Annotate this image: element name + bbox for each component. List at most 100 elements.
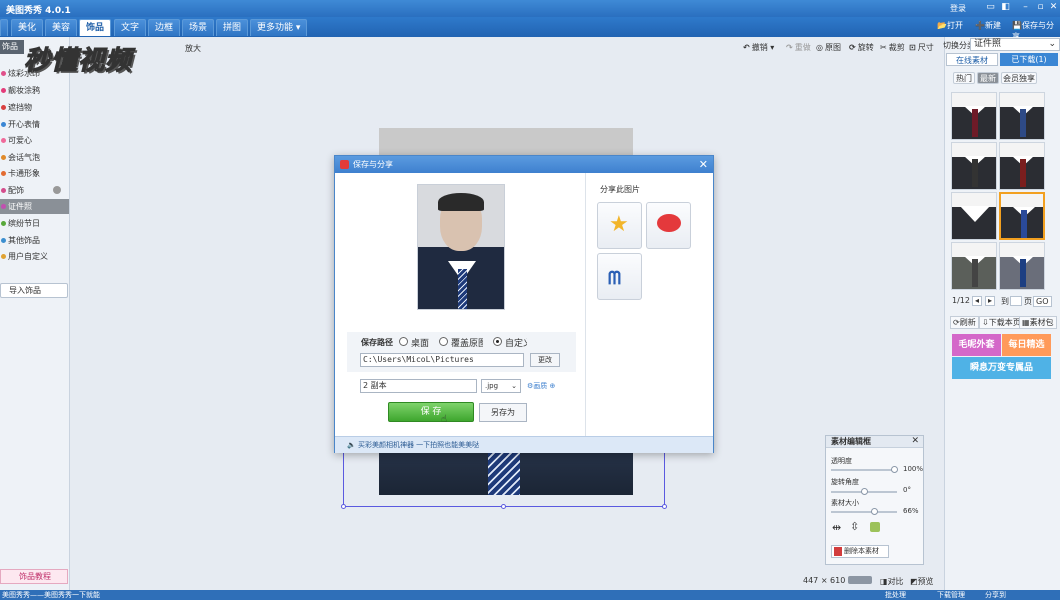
size-slider[interactable] <box>831 508 897 515</box>
refresh-button[interactable]: ⟳刷新 <box>950 316 979 329</box>
material-thumbnail[interactable] <box>999 142 1045 190</box>
material-thumbnail[interactable] <box>951 142 997 190</box>
radio-custom[interactable] <box>493 337 502 346</box>
undo-button[interactable]: ↶ 撤销 ▾ <box>743 42 774 53</box>
subtab-hot[interactable]: 热门 <box>953 72 975 84</box>
save-path-input[interactable]: C:\Users\MicoL\Pictures <box>360 353 524 367</box>
share-to-button[interactable]: 分享到 <box>985 590 1006 600</box>
tab-text[interactable]: 文字 <box>114 19 147 36</box>
flip-horizontal-icon[interactable]: ⇹ <box>832 521 841 534</box>
preview-button[interactable]: ◩预览 <box>910 576 934 587</box>
radio-desktop-label[interactable]: 桌面 <box>411 336 429 349</box>
tab-beautify[interactable]: 美化 <box>11 19 44 36</box>
category-item[interactable]: 缤纷节日 <box>0 216 69 231</box>
page-input[interactable] <box>1010 296 1022 306</box>
opacity-slider[interactable] <box>831 466 898 473</box>
canvas-photo[interactable] <box>379 128 633 156</box>
radio-custom-label[interactable]: 自定义 <box>505 336 527 349</box>
tab-face[interactable]: 美容 <box>45 19 78 36</box>
go-button[interactable]: GO <box>1033 296 1052 307</box>
tab-scene[interactable]: 场景 <box>182 19 215 36</box>
extension-select[interactable]: .jpg ⌄ <box>481 379 521 393</box>
tab-online-material[interactable]: 在线素材 <box>946 53 998 66</box>
dialog-close-icon[interactable]: ✕ <box>699 156 708 173</box>
material-selection-frame[interactable] <box>341 452 667 509</box>
material-thumbnail[interactable] <box>951 92 997 140</box>
resize-button[interactable]: ⊡ 尺寸 <box>909 42 934 53</box>
import-accessory-button[interactable]: 导入饰品 <box>0 283 68 298</box>
category-item[interactable]: 开心表情 <box>0 117 69 132</box>
radio-overwrite-label[interactable]: 覆盖原图 <box>451 336 483 349</box>
share-renren-button[interactable]: ᗰ <box>597 253 642 300</box>
download-page-button[interactable]: ⇩下载本页 <box>979 316 1024 329</box>
share-qzone-button[interactable]: ★ <box>597 202 642 249</box>
login-link[interactable]: 登录 <box>950 3 966 14</box>
filename-input[interactable]: 2 副本 <box>360 379 477 393</box>
slider-knob[interactable] <box>861 488 868 495</box>
material-thumbnail[interactable] <box>951 242 997 290</box>
save-button[interactable]: 保 存 <box>388 402 474 422</box>
subtab-newest[interactable]: 最新 <box>977 72 999 84</box>
promo-banner[interactable]: 毛呢外套 <box>952 334 1001 356</box>
dialog-footer-text[interactable]: 买彩美颜相机神器 一下拍照也能美美哒 <box>358 441 479 449</box>
delete-material-button[interactable]: 删除本素材 <box>831 545 889 558</box>
radio-overwrite[interactable] <box>439 337 448 346</box>
save-as-button[interactable]: 另存为 <box>479 403 527 422</box>
zoom-badge[interactable] <box>848 576 872 584</box>
material-thumbnail[interactable] <box>999 242 1045 290</box>
category-item[interactable]: 用户自定义 <box>0 249 69 264</box>
material-thumbnail-selected[interactable] <box>999 192 1045 240</box>
chat-icon[interactable]: ▭ <box>985 2 996 13</box>
subtab-vip[interactable]: 会员独享 <box>1001 72 1037 84</box>
next-page-button[interactable]: ▸ <box>985 296 995 306</box>
quality-button[interactable]: ⚙画质 ⊕ <box>527 381 555 391</box>
rotate-button[interactable]: ⟳ 旋转 <box>849 42 874 53</box>
category-item[interactable]: 其他饰品 <box>0 233 69 248</box>
close-icon[interactable]: ✕ <box>911 436 919 446</box>
category-item[interactable]: 配饰 <box>0 183 69 198</box>
crop-button[interactable]: ✂ 裁剪 <box>880 42 905 53</box>
accessory-tutorial-button[interactable]: 饰品教程 <box>0 569 68 584</box>
material-pack-button[interactable]: ▦素材包 <box>1019 316 1057 329</box>
slider-knob[interactable] <box>870 508 878 515</box>
category-item[interactable]: 会话气泡 <box>0 150 69 165</box>
category-item[interactable]: 可爱心 <box>0 133 69 148</box>
promo-banner[interactable]: 瞬息万变专属品 <box>952 357 1051 379</box>
batch-button[interactable]: 批处理 <box>885 590 906 600</box>
material-thumbnail[interactable] <box>999 92 1045 140</box>
radio-desktop[interactable] <box>399 337 408 346</box>
skin-icon[interactable]: ◧ <box>1000 2 1011 13</box>
resize-handle[interactable] <box>501 504 506 509</box>
promo-banner[interactable]: 每日精选 <box>1002 334 1051 356</box>
material-thumbnail[interactable] <box>951 192 997 240</box>
share-weibo-button[interactable] <box>646 202 691 249</box>
compare-button[interactable]: ◨对比 <box>880 576 904 587</box>
tab-more[interactable]: 更多功能 ▾ <box>250 19 308 36</box>
tab-frame[interactable]: 边框 <box>148 19 181 36</box>
download-manager-button[interactable]: 下载管理 <box>937 590 965 600</box>
change-path-button[interactable]: 更改 <box>530 353 560 367</box>
open-button[interactable]: 📂打开 <box>937 20 963 31</box>
close-icon[interactable]: ✕ <box>1048 2 1059 13</box>
tab-accessory[interactable]: 饰品 <box>79 19 112 36</box>
category-item-id-photo[interactable]: 证件照 <box>0 199 69 214</box>
copy-icon[interactable] <box>870 522 880 532</box>
category-item[interactable]: 靓妆涂鸦 <box>0 83 69 98</box>
maximize-icon[interactable]: ▫ <box>1035 2 1046 13</box>
prev-page-button[interactable]: ◂ <box>972 296 982 306</box>
new-button[interactable]: ➕新建 <box>975 20 1001 31</box>
tab-collage[interactable]: 拼图 <box>216 19 249 36</box>
tab-home[interactable] <box>0 19 8 36</box>
rotation-slider[interactable] <box>831 488 897 495</box>
resize-handle[interactable] <box>341 504 346 509</box>
redo-button[interactable]: ↷ 重做 <box>786 42 811 53</box>
tab-downloaded[interactable]: 已下载(1) <box>1000 53 1058 66</box>
resize-handle[interactable] <box>662 504 667 509</box>
category-item[interactable]: 卡通形象 <box>0 166 69 181</box>
category-item[interactable]: 遮挡物 <box>0 100 69 115</box>
settings-icon[interactable] <box>53 186 61 194</box>
minimize-icon[interactable]: – <box>1020 2 1031 13</box>
flip-vertical-icon[interactable]: ⇳ <box>850 520 859 533</box>
original-button[interactable]: ◎ 原图 <box>816 42 841 53</box>
category-select[interactable]: 证件照 ⌄ <box>970 38 1060 51</box>
